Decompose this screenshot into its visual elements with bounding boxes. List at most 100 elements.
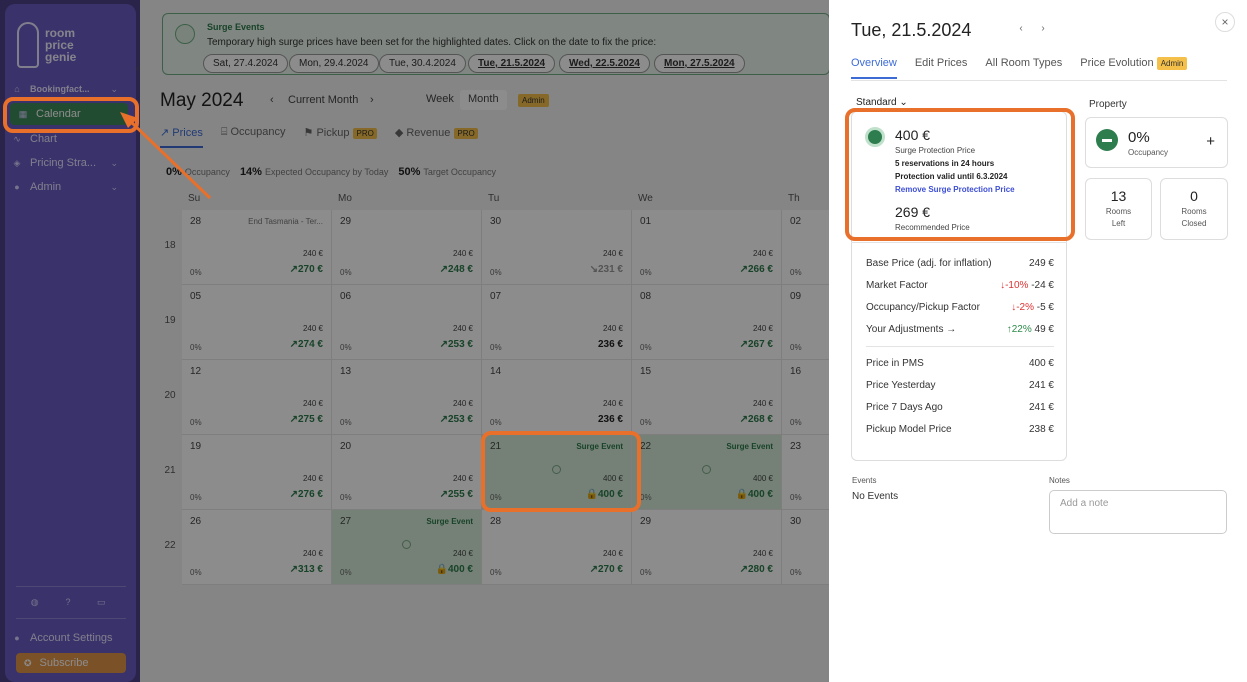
add-icon[interactable]: + [1206, 133, 1215, 150]
current-month-button[interactable]: Current Month [288, 94, 358, 106]
sidebar-item-chart[interactable]: ∿ Chart [12, 128, 124, 150]
sidebar-item-property[interactable]: ⌂ Bookingfact... ⌄ [12, 78, 124, 100]
next-month-icon[interactable]: › [370, 94, 374, 106]
remove-surge-link[interactable]: Remove Surge Protection Price [895, 185, 1015, 194]
pro-badge: PRO [454, 128, 478, 139]
stat-label: Target Occupancy [423, 167, 496, 177]
tab-overview[interactable]: Overview [851, 57, 897, 79]
calendar-tabs: ↗ Prices ⌸ Occupancy ⚑ Pickup PRO ◆ Reven… [160, 126, 478, 148]
date-detail-panel: Tue, 21.5.2024 ‹ › × Overview Edit Price… [829, 0, 1247, 682]
room-type-value: Standard [856, 97, 897, 108]
notes-input[interactable]: Add a note [1049, 490, 1227, 534]
tab-pickup[interactable]: ⚑ Pickup PRO [304, 126, 377, 148]
recommended-price: 269 € [895, 204, 931, 220]
day-number: 05 [190, 291, 202, 302]
surge-date-chip[interactable]: Wed, 22.5.2024 [559, 54, 650, 73]
weekday-header: Th [788, 193, 800, 204]
occupancy-value: 0% [490, 268, 502, 277]
chevron-down-icon: ⌄ [110, 83, 118, 94]
occupancy-value: 0% [490, 568, 502, 577]
breakdown-pct: ↓-10% [1000, 280, 1029, 291]
tab-all-room-types[interactable]: All Room Types [985, 57, 1062, 79]
surge-date-chip[interactable]: Tue, 30.4.2024 [379, 54, 466, 73]
occupancy-value: 0% [340, 493, 352, 502]
base-price: 240 € [452, 324, 473, 333]
surge-date-chip[interactable]: Tue, 21.5.2024 [468, 54, 556, 73]
tab-occupancy[interactable]: ⌸ Occupancy [221, 126, 286, 148]
surge-date-chip[interactable]: Mon, 29.4.2024 [289, 54, 379, 73]
tab-price-evolution[interactable]: Price Evolution Admin [1080, 57, 1188, 79]
calendar-day-cell[interactable]: 27 Surge Event 240 € 🔒400 € 0% [332, 510, 482, 585]
calendar-day-cell[interactable]: 05 240 € ↗274 € 0% [182, 285, 332, 360]
surge-price: 400 € [895, 127, 931, 143]
sidebar-item-admin[interactable]: ● Admin ⌄ [12, 176, 124, 198]
breakdown-label: Market Factor [866, 280, 928, 291]
breakdown-row[interactable]: Your Adjustments → ↑22% 49 € [866, 324, 1054, 335]
admin-badge: Admin [518, 94, 549, 107]
occupancy-stats: 0% Occupancy 14% Expected Occupancy by Tod… [166, 166, 496, 178]
globe-icon[interactable]: ◍ [30, 597, 40, 607]
surge-date-chip[interactable]: Mon, 27.5.2024 [654, 54, 745, 73]
occupancy-value: 0% [790, 493, 802, 502]
calendar-day-cell[interactable]: 29 240 € ↗280 € 0% [632, 510, 782, 585]
calendar-day-cell[interactable]: 02 0% [782, 210, 830, 285]
calendar-day-cell[interactable]: 14 240 € 236 € 0% [482, 360, 632, 435]
calendar-day-cell[interactable]: 30 240 € ↘231 € 0% [482, 210, 632, 285]
close-icon[interactable]: × [1215, 12, 1235, 32]
rooms-left-value: 13 [1110, 188, 1127, 204]
room-type-select[interactable]: Standard ⌄ [856, 97, 908, 108]
calendar-day-cell[interactable]: 13 240 € ↗253 € 0% [332, 360, 482, 435]
day-number: 08 [640, 291, 652, 302]
calendar-day-cell[interactable]: 21 Surge Event 400 € 🔒400 € 0% [482, 435, 632, 510]
next-day-icon[interactable]: › [1036, 22, 1050, 36]
calendar-day-cell[interactable]: 28 End Tasmania - Ter... 240 € ↗270 € 0% [182, 210, 332, 285]
calendar-day-cell[interactable]: 16 0% [782, 360, 830, 435]
calendar-day-cell[interactable]: 30 0% [782, 510, 830, 585]
day-number: 29 [340, 216, 352, 227]
strategy-icon: ◈ [13, 158, 21, 168]
chevron-down-icon: ⌄ [899, 97, 908, 108]
calendar-day-cell[interactable]: 15 240 € ↗268 € 0% [632, 360, 782, 435]
calendar-day-cell[interactable]: 07 240 € 236 € 0% [482, 285, 632, 360]
calendar-day-cell[interactable]: 22 Surge Event 400 € 🔒400 € 0% [632, 435, 782, 510]
divider [16, 618, 126, 619]
day-number: 28 [190, 216, 202, 227]
surge-icon [175, 24, 195, 44]
weekday-header: Su [188, 193, 201, 204]
calendar-day-cell[interactable]: 08 240 € ↗267 € 0% [632, 285, 782, 360]
chat-icon[interactable]: ▭ [96, 597, 106, 607]
calendar-day-cell[interactable]: 20 240 € ↗255 € 0% [332, 435, 482, 510]
tab-edit-prices[interactable]: Edit Prices [915, 57, 968, 79]
base-price: 240 € [602, 549, 623, 558]
history-value: 241 € [1028, 380, 1054, 391]
occupancy-value: 0% [1128, 129, 1150, 146]
calendar-day-cell[interactable]: 01 240 € ↗266 € 0% [632, 210, 782, 285]
calendar-day-cell[interactable]: 06 240 € ↗253 € 0% [332, 285, 482, 360]
calendar-day-cell[interactable]: 29 240 € ↗248 € 0% [332, 210, 482, 285]
occupancy-card: ▬ 0% Occupancy + [1085, 117, 1228, 168]
day-number: 16 [790, 366, 802, 377]
calendar-day-cell[interactable]: 19 240 € ↗276 € 0% [182, 435, 332, 510]
account-settings-link[interactable]: ● Account Settings [12, 627, 124, 649]
month-view-button[interactable]: Month [460, 90, 507, 110]
calendar-day-cell[interactable]: 26 240 € ↗313 € 0% [182, 510, 332, 585]
help-icon[interactable]: ? [63, 597, 73, 607]
sidebar-item-pricing-strategy[interactable]: ◈ Pricing Stra... ⌄ [12, 152, 124, 174]
event-label: Surge Event [576, 442, 623, 451]
tab-prices[interactable]: ↗ Prices [160, 126, 203, 148]
surge-date-chip[interactable]: Sat, 27.4.2024 [203, 54, 289, 73]
recommended-price: ↗270 € [589, 564, 623, 575]
week-number: 19 [164, 315, 176, 326]
calendar-day-cell[interactable]: 23 0% [782, 435, 830, 510]
calendar-day-cell[interactable]: 09 0% [782, 285, 830, 360]
calendar-day-cell[interactable]: 12 240 € ↗275 € 0% [182, 360, 332, 435]
subscribe-button[interactable]: ✪ Subscribe [16, 653, 126, 673]
tab-label: Prices [172, 127, 203, 139]
week-view-button[interactable]: Week [418, 90, 462, 110]
sidebar-item-calendar[interactable]: ▦ Calendar [10, 103, 128, 125]
calendar-day-cell[interactable]: 28 240 € ↗270 € 0% [482, 510, 632, 585]
tab-revenue[interactable]: ◆ Revenue PRO [395, 126, 478, 148]
prev-month-icon[interactable]: ‹ [270, 94, 274, 106]
prev-day-icon[interactable]: ‹ [1014, 22, 1028, 36]
breakdown-row: Occupancy/Pickup Factor ↓-2% -5 € [866, 302, 1054, 313]
